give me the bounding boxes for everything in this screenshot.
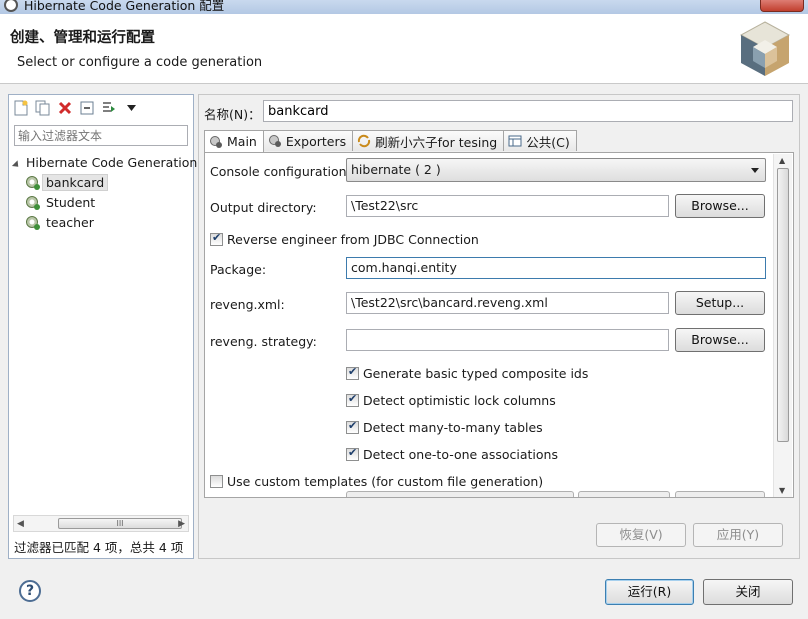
help-icon[interactable]: ? xyxy=(19,580,41,602)
tab-main[interactable]: Main xyxy=(204,130,264,152)
checkbox-box[interactable] xyxy=(346,365,359,380)
checkbox-box[interactable] xyxy=(346,392,359,407)
dialog-subtitle: Select or configure a code generation xyxy=(17,55,263,70)
reverse-engineer-checkbox[interactable]: Reverse engineer from JDBC Connection xyxy=(210,231,479,247)
hibernate-logo-icon xyxy=(739,21,791,76)
console-configuration-label: Console configuration: xyxy=(210,164,351,179)
package-field[interactable]: com.hanqi.entity xyxy=(346,257,766,279)
reveng-setup-button[interactable]: Setup... xyxy=(675,291,765,315)
run-button[interactable]: 运行(R) xyxy=(605,579,694,605)
apply-button[interactable]: 应用(Y) xyxy=(693,523,783,547)
reveng-strategy-browse-button[interactable]: Browse... xyxy=(675,328,765,352)
checkbox-label: Generate basic typed composite ids xyxy=(363,366,589,381)
tab-label: Exporters xyxy=(285,133,347,149)
package-label: Package: xyxy=(210,262,267,277)
table-icon xyxy=(508,135,522,147)
collapse-all-icon[interactable] xyxy=(79,100,95,116)
hibernate-icon xyxy=(210,135,222,148)
tree-item-bankcard[interactable]: bankcard xyxy=(13,173,191,193)
vertical-scroll-thumb[interactable] xyxy=(777,168,789,442)
new-configuration-icon[interactable] xyxy=(13,100,29,116)
clipped-field xyxy=(346,491,574,497)
tab-label: 刷新小六子for tesing xyxy=(375,134,498,150)
revert-button[interactable]: 恢复(V) xyxy=(596,523,686,547)
tree-root-hibernate-code-generation[interactable]: Hibernate Code Generation xyxy=(11,153,197,173)
filter-status: 过滤器已匹配 4 项，总共 4 项 xyxy=(14,540,184,555)
main-tab-content: Console configuration: hibernate ( 2 ) O… xyxy=(204,152,794,498)
filter-configurations-icon[interactable] xyxy=(101,100,117,116)
name-label: 名称(N)： xyxy=(204,107,261,122)
checkbox-box[interactable] xyxy=(346,419,359,434)
tree-item-label: bankcard xyxy=(42,174,109,191)
clipped-button xyxy=(578,491,670,497)
console-configuration-value: hibernate ( 2 ) xyxy=(351,162,441,177)
output-directory-label: Output directory: xyxy=(210,200,317,215)
detect-optimistic-lock-checkbox[interactable]: Detect optimistic lock columns xyxy=(346,392,556,408)
output-directory-browse-button[interactable]: Browse... xyxy=(675,194,765,218)
view-menu-chevron-down-icon[interactable] xyxy=(123,100,139,116)
detect-one-to-one-checkbox[interactable]: Detect one-to-one associations xyxy=(346,446,558,462)
hibernate-config-icon xyxy=(26,216,40,230)
checkbox-box[interactable] xyxy=(346,446,359,461)
scroll-up-arrow-icon[interactable]: ▲ xyxy=(779,156,785,165)
expand-twisty-icon[interactable] xyxy=(11,160,22,170)
scroll-right-arrow-icon[interactable]: ▶ xyxy=(178,519,185,529)
configuration-list-panel: Hibernate Code Generation bankcard Stude… xyxy=(8,94,197,559)
horizontal-scrollbar[interactable]: ◀ III ▶ xyxy=(13,515,189,532)
scroll-left-arrow-icon[interactable]: ◀ xyxy=(17,519,24,529)
reveng-strategy-label: reveng. strategy: xyxy=(210,334,317,349)
tab-label: 公共(C) xyxy=(526,134,570,150)
close-button[interactable]: 关闭 xyxy=(703,579,793,605)
scroll-thumb[interactable]: III xyxy=(58,518,182,529)
tab-refresh[interactable]: 刷新小六子for tesing xyxy=(352,130,505,151)
filter-input[interactable] xyxy=(14,125,188,146)
scroll-down-arrow-icon[interactable]: ▼ xyxy=(779,486,785,495)
vertical-scrollbar[interactable]: ▲ ▼ xyxy=(773,154,792,497)
duplicate-configuration-icon[interactable] xyxy=(35,100,51,116)
tab-label: Main xyxy=(227,134,257,149)
dialog-title: 创建、管理和运行配置 xyxy=(10,30,155,46)
tab-common[interactable]: 公共(C) xyxy=(503,130,577,151)
dialog-header: 创建、管理和运行配置 Select or configure a code ge… xyxy=(0,14,808,84)
hibernate-config-icon xyxy=(26,176,40,190)
window-titlebar: Hibernate Code Generation 配置 xyxy=(0,0,808,14)
checkbox-box[interactable] xyxy=(210,475,223,488)
use-custom-templates-checkbox[interactable]: Use custom templates (for custom file ge… xyxy=(210,474,543,489)
reveng-xml-field[interactable]: \Test22\src\bancard.reveng.xml xyxy=(346,292,669,314)
generate-composite-ids-checkbox[interactable]: Generate basic typed composite ids xyxy=(346,365,589,381)
refresh-icon xyxy=(357,134,371,148)
reveng-xml-label: reveng.xml: xyxy=(210,297,285,312)
hibernate-config-icon xyxy=(26,196,40,210)
configuration-editor: 名称(N)： Main Exporters 刷新小六子for tesing 公共… xyxy=(198,94,800,559)
checkbox-label: Detect one-to-one associations xyxy=(363,447,558,462)
app-icon xyxy=(4,0,18,12)
checkbox-label: Detect optimistic lock columns xyxy=(363,393,556,408)
tree-item-label: Student xyxy=(46,195,96,210)
tree-item-label: teacher xyxy=(46,215,94,230)
tree-root-label: Hibernate Code Generation xyxy=(26,155,198,170)
hibernate-icon xyxy=(268,135,281,147)
delete-configuration-icon[interactable] xyxy=(57,100,73,116)
window-title: Hibernate Code Generation 配置 xyxy=(24,0,225,13)
configuration-toolbar xyxy=(13,98,139,118)
chevron-down-icon xyxy=(751,168,759,173)
tree-item-teacher[interactable]: teacher xyxy=(13,213,191,233)
checkbox-label: Reverse engineer from JDBC Connection xyxy=(227,232,479,247)
editor-tabs: Main Exporters 刷新小六子for tesing 公共(C) xyxy=(204,130,577,152)
clipped-button xyxy=(675,491,765,497)
tab-exporters[interactable]: Exporters xyxy=(262,130,354,151)
output-directory-field[interactable]: \Test22\src xyxy=(346,195,669,217)
tree-item-student[interactable]: Student xyxy=(13,193,191,213)
reveng-strategy-field[interactable] xyxy=(346,329,669,351)
name-input[interactable] xyxy=(263,100,793,122)
window-close-button[interactable] xyxy=(760,0,804,12)
checkbox-label: Use custom templates (for custom file ge… xyxy=(227,474,544,489)
detect-many-to-many-checkbox[interactable]: Detect many-to-many tables xyxy=(346,419,543,435)
checkbox-box[interactable] xyxy=(210,231,223,246)
checkbox-label: Detect many-to-many tables xyxy=(363,420,543,435)
configuration-tree: Hibernate Code Generation bankcard Stude… xyxy=(11,153,197,233)
console-configuration-select[interactable]: hibernate ( 2 ) xyxy=(346,158,766,182)
